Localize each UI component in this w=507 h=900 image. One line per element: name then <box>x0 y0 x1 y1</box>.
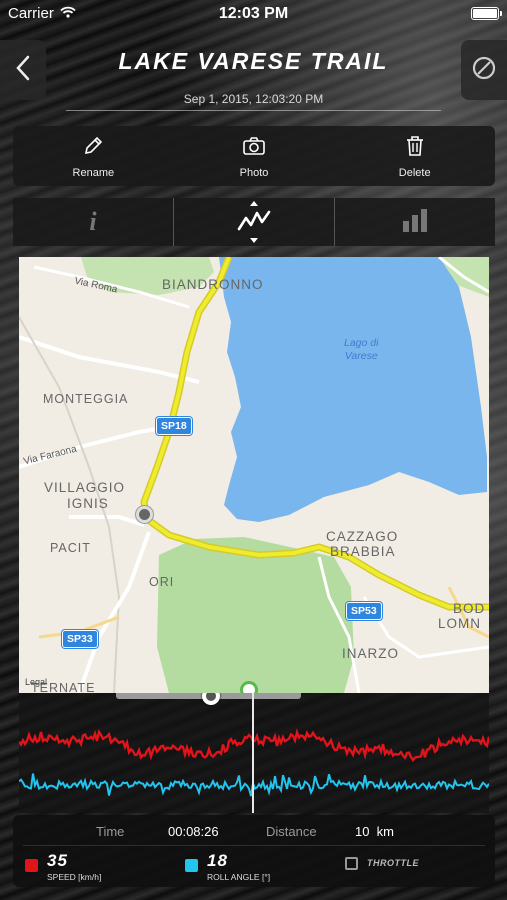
status-bar: Carrier 12:03 PM <box>0 0 507 28</box>
pencil-icon <box>82 135 104 162</box>
telemetry-graph-plot <box>19 728 489 797</box>
current-position-marker <box>136 506 153 523</box>
tab-stats[interactable] <box>334 198 495 246</box>
distance-value: 10 km <box>355 824 395 839</box>
place-label: MONTEGGIA <box>43 392 129 406</box>
title-divider <box>66 110 441 111</box>
route-map[interactable]: BIANDRONNO MONTEGGIA VILLAGGIO IGNIS PAC… <box>19 257 489 693</box>
road-shield: SP18 <box>156 417 192 435</box>
photo-label: Photo <box>239 167 269 179</box>
place-label: CAZZAGO <box>326 529 399 544</box>
info-icon: i <box>89 207 97 236</box>
place-label: BIANDRONNO <box>162 277 264 292</box>
roll-series <box>19 773 489 797</box>
speed-unit: SPEED [km/h] <box>47 872 102 882</box>
place-label: VILLAGGIO <box>44 480 126 495</box>
telemetry-graph[interactable] <box>19 693 489 813</box>
block-button[interactable] <box>461 40 507 100</box>
delete-label: Delete <box>398 167 431 179</box>
speed-value: 35 <box>47 851 68 870</box>
action-bar: Rename Photo Delete <box>13 126 495 186</box>
no-entry-icon <box>472 56 496 85</box>
graph-icon <box>237 208 271 237</box>
lake-shape <box>219 257 487 522</box>
battery-icon <box>471 7 502 20</box>
place-label: BOD <box>453 601 486 616</box>
throttle-label: THROTTLE <box>367 858 419 868</box>
rename-label: Rename <box>72 167 115 179</box>
tab-graph[interactable] <box>173 198 334 246</box>
chevron-left-icon <box>15 55 31 86</box>
time-label: Time <box>96 824 125 839</box>
trash-icon <box>405 135 425 162</box>
roll-unit: ROLL ANGLE [°] <box>207 872 271 882</box>
road-shield: SP33 <box>62 630 98 648</box>
roll-value: 18 <box>207 851 228 870</box>
place-label: IGNIS <box>67 496 109 511</box>
stats-divider <box>23 845 485 846</box>
trip-date: Sep 1, 2015, 12:03:20 PM <box>183 92 324 106</box>
time-cursor[interactable] <box>252 693 254 813</box>
photo-button[interactable]: Photo <box>174 126 335 186</box>
time-value: 00:08:26 <box>168 824 219 839</box>
lake-label-line: Varese <box>344 350 378 362</box>
status-time: 12:03 PM <box>218 5 289 22</box>
selected-arrow-down-icon <box>250 238 258 243</box>
speed-swatch <box>25 859 38 872</box>
lake-label-line: Lago di <box>344 337 379 349</box>
lake-label: Lago di Varese <box>344 337 378 363</box>
start-marker <box>240 681 258 693</box>
camera-icon <box>242 135 266 162</box>
place-label: ORI <box>149 575 175 589</box>
roll-swatch <box>185 859 198 872</box>
tab-info[interactable]: i <box>13 198 173 246</box>
legal-link[interactable]: Legal <box>25 677 47 687</box>
park-area <box>157 537 354 693</box>
place-label: BRABBIA <box>330 544 396 559</box>
delete-button[interactable]: Delete <box>334 126 495 186</box>
throttle-checkbox[interactable] <box>345 857 358 870</box>
back-button[interactable] <box>0 40 46 100</box>
place-label: PACIT <box>50 541 91 555</box>
tab-bar: i <box>13 198 495 246</box>
selected-arrow-up-icon <box>250 201 258 206</box>
bar-chart-icon <box>401 207 429 238</box>
rename-button[interactable]: Rename <box>13 126 174 186</box>
road-shield: SP53 <box>346 602 382 620</box>
distance-label: Distance <box>266 824 317 839</box>
summary-row: Time 00:08:26 Distance 10 km <box>13 824 495 842</box>
speed-series <box>19 728 489 763</box>
map-graphic <box>19 257 489 693</box>
place-label: LOMN <box>438 616 482 631</box>
trip-title: LAKE VARESE TRAIL <box>118 48 389 74</box>
stats-panel: Time 00:08:26 Distance 10 km 35 SPEED [k… <box>13 815 495 887</box>
place-label: INARZO <box>342 646 400 661</box>
